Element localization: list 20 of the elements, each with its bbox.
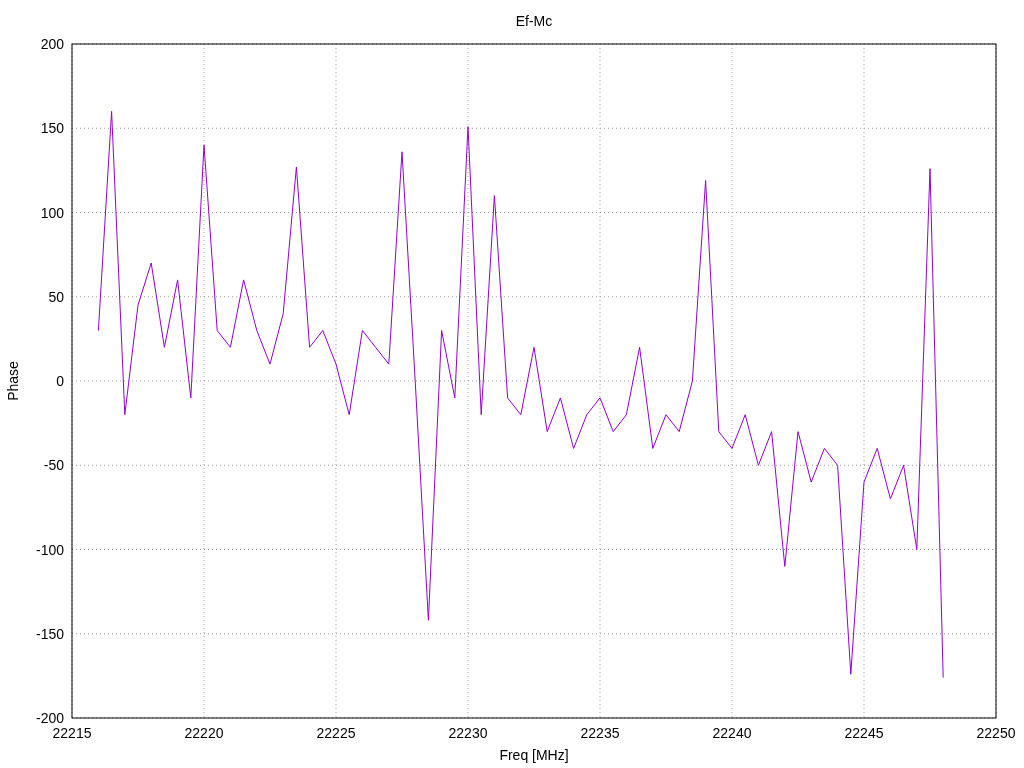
x-tick-label: 22240 [712, 725, 752, 741]
x-tick-label: 22245 [844, 725, 884, 741]
y-tick-label: -200 [35, 710, 64, 726]
y-tick-label: 150 [40, 120, 64, 137]
y-tick-label: -100 [35, 541, 64, 558]
y-tick-label: 50 [48, 288, 64, 305]
x-axis-label: Freq [MHz] [499, 747, 569, 763]
x-tick-label: 22235 [580, 725, 620, 741]
y-tick-label: 100 [40, 204, 64, 221]
x-tick-label: 22220 [184, 725, 224, 741]
y-axis-label: Phase [5, 361, 21, 401]
chart-title: Ef-Mc [515, 13, 553, 29]
y-tick-label: -150 [35, 625, 64, 642]
x-tick-label: 22250 [976, 725, 1016, 741]
y-tick-label: 0 [56, 373, 64, 389]
x-tick-label: 22225 [316, 725, 356, 741]
x-tick-label: 22215 [52, 725, 92, 741]
y-tick-label: 200 [40, 36, 64, 52]
y-tick-label: -50 [43, 457, 64, 474]
x-tick-label: 22230 [448, 725, 488, 741]
